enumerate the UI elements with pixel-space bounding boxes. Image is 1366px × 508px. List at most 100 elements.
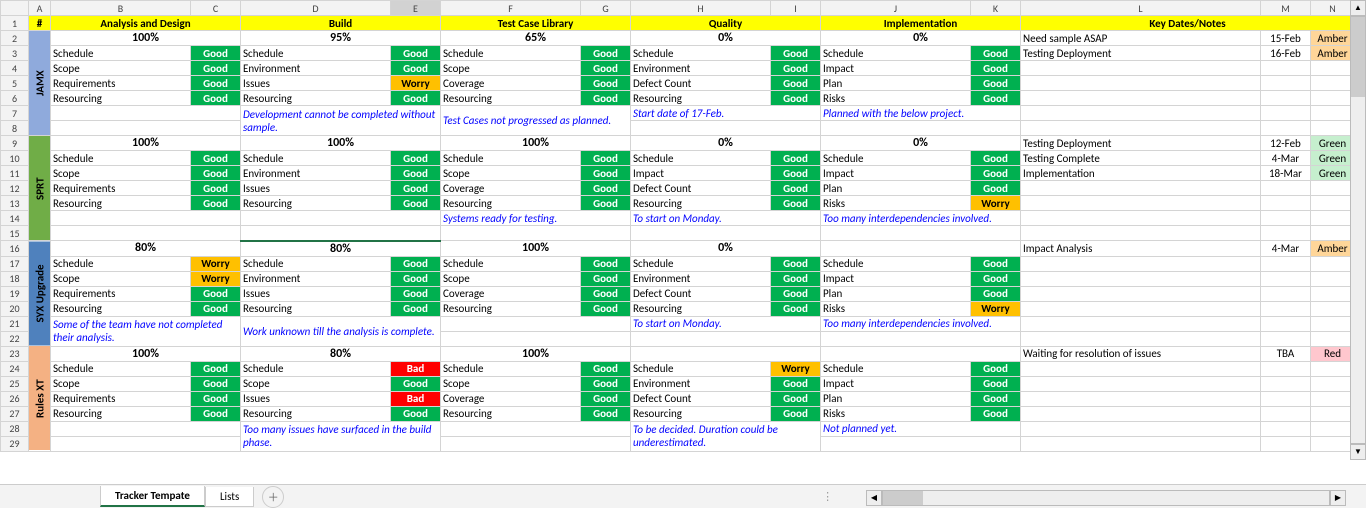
cell[interactable]: Good bbox=[971, 286, 1021, 301]
cell[interactable]: Good bbox=[771, 76, 821, 91]
cell[interactable]: Good bbox=[391, 196, 441, 211]
cell[interactable]: Schedule bbox=[821, 151, 971, 166]
scroll-track[interactable] bbox=[882, 490, 1330, 506]
row-hdr[interactable]: 7 bbox=[1, 106, 29, 121]
hdr-quality[interactable]: Quality bbox=[631, 16, 821, 31]
cell[interactable]: Schedule bbox=[51, 361, 191, 376]
cell[interactable]: Planned with the below project. bbox=[821, 106, 1021, 121]
cell[interactable]: Requirements bbox=[51, 76, 191, 91]
cell[interactable]: Good bbox=[581, 46, 631, 61]
cell[interactable]: Scope bbox=[241, 376, 391, 391]
cell[interactable]: Scope bbox=[441, 271, 581, 286]
col-hdr[interactable]: H bbox=[631, 1, 771, 16]
cell[interactable] bbox=[1021, 286, 1261, 301]
cell[interactable]: Green bbox=[1311, 166, 1355, 181]
cell[interactable] bbox=[631, 226, 821, 241]
cell[interactable]: Schedule bbox=[241, 361, 391, 376]
cell[interactable]: Schedule bbox=[631, 46, 771, 61]
cell[interactable] bbox=[1261, 256, 1311, 271]
row-hdr[interactable]: 15 bbox=[1, 226, 29, 241]
cell[interactable]: Good bbox=[771, 91, 821, 106]
cell[interactable]: Impact bbox=[821, 61, 971, 76]
cell[interactable]: Green bbox=[1311, 151, 1355, 166]
cell[interactable]: Good bbox=[191, 91, 241, 106]
cell[interactable]: 80% bbox=[51, 241, 241, 257]
row-hdr[interactable]: 4 bbox=[1, 61, 29, 76]
cell[interactable] bbox=[1021, 196, 1261, 211]
cell[interactable]: Good bbox=[191, 46, 241, 61]
cell[interactable]: Good bbox=[971, 61, 1021, 76]
hdr-build[interactable]: Build bbox=[241, 16, 441, 31]
cell[interactable] bbox=[1261, 331, 1311, 346]
cell[interactable]: Good bbox=[771, 406, 821, 421]
cell[interactable]: Environment bbox=[241, 61, 391, 76]
cell[interactable]: Good bbox=[971, 151, 1021, 166]
cell[interactable]: Good bbox=[771, 301, 821, 316]
tab-grip-icon[interactable]: ⋮ bbox=[822, 490, 828, 503]
cell[interactable] bbox=[1021, 181, 1261, 196]
cell[interactable] bbox=[441, 226, 631, 241]
row-hdr[interactable]: 3 bbox=[1, 46, 29, 61]
row-hdr[interactable]: 21 bbox=[1, 316, 29, 331]
cell[interactable]: To start on Monday. bbox=[631, 211, 821, 226]
hdr-keydates[interactable]: Key Dates/Notes bbox=[1021, 16, 1355, 31]
cell[interactable] bbox=[1311, 391, 1355, 406]
cell[interactable] bbox=[821, 436, 1021, 451]
cell[interactable] bbox=[1311, 226, 1355, 241]
cell[interactable] bbox=[1311, 301, 1355, 316]
hdr-num[interactable]: # bbox=[29, 16, 51, 31]
cell[interactable]: Good bbox=[581, 286, 631, 301]
cell[interactable]: Good bbox=[391, 406, 441, 421]
cell[interactable] bbox=[1311, 211, 1355, 226]
row-hdr[interactable]: 20 bbox=[1, 301, 29, 316]
cell[interactable]: Scope bbox=[441, 166, 581, 181]
cell[interactable]: Good bbox=[971, 91, 1021, 106]
cell[interactable]: Good bbox=[771, 61, 821, 76]
row-hdr[interactable]: 25 bbox=[1, 376, 29, 391]
cell[interactable] bbox=[1261, 91, 1311, 106]
cell[interactable]: Coverage bbox=[441, 391, 581, 406]
cell[interactable]: Schedule bbox=[51, 256, 191, 271]
row-hdr[interactable]: 6 bbox=[1, 91, 29, 106]
cell[interactable] bbox=[1311, 361, 1355, 376]
cell[interactable]: Issues bbox=[241, 181, 391, 196]
cell[interactable]: Good bbox=[191, 196, 241, 211]
row-hdr[interactable]: 14 bbox=[1, 211, 29, 226]
cell[interactable]: Testing Complete bbox=[1021, 151, 1261, 166]
cell[interactable] bbox=[1261, 316, 1311, 331]
cell[interactable]: 100% bbox=[51, 136, 241, 151]
cell[interactable]: Good bbox=[581, 181, 631, 196]
cell[interactable]: Good bbox=[191, 181, 241, 196]
cell[interactable]: Good bbox=[391, 166, 441, 181]
row-hdr[interactable]: 22 bbox=[1, 331, 29, 346]
cell[interactable]: Good bbox=[391, 61, 441, 76]
cell[interactable] bbox=[1261, 196, 1311, 211]
cell[interactable] bbox=[1261, 121, 1311, 136]
project-tab-rules[interactable]: Rules XT bbox=[29, 346, 51, 451]
tab-lists[interactable]: Lists bbox=[205, 487, 254, 507]
cell[interactable]: Impact bbox=[821, 271, 971, 286]
cell[interactable]: Work unknown till the analysis is comple… bbox=[241, 316, 441, 346]
cell[interactable]: Testing Deployment bbox=[1021, 136, 1261, 151]
cell[interactable]: Good bbox=[771, 46, 821, 61]
cell[interactable]: Resourcing bbox=[241, 91, 391, 106]
scroll-right-icon[interactable]: ▶ bbox=[1330, 490, 1346, 506]
cell[interactable]: Good bbox=[581, 166, 631, 181]
cell[interactable]: Resourcing bbox=[631, 196, 771, 211]
cell[interactable] bbox=[1311, 331, 1355, 346]
hdr-testcase[interactable]: Test Case Library bbox=[441, 16, 631, 31]
cell[interactable]: 100% bbox=[441, 136, 631, 151]
row-hdr[interactable]: 18 bbox=[1, 271, 29, 286]
cell[interactable]: Coverage bbox=[441, 286, 581, 301]
cell[interactable]: Good bbox=[191, 406, 241, 421]
cell[interactable]: 12-Feb bbox=[1261, 136, 1311, 151]
cell[interactable]: Impact bbox=[821, 376, 971, 391]
cell[interactable]: Scope bbox=[51, 166, 191, 181]
cell[interactable] bbox=[1311, 436, 1355, 451]
cell[interactable]: Good bbox=[971, 166, 1021, 181]
cell[interactable]: Resourcing bbox=[631, 301, 771, 316]
cell[interactable] bbox=[1021, 226, 1261, 241]
cell[interactable]: Waiting for resolution of issues bbox=[1021, 346, 1261, 361]
cell[interactable]: Resourcing bbox=[441, 301, 581, 316]
row-hdr[interactable]: 5 bbox=[1, 76, 29, 91]
